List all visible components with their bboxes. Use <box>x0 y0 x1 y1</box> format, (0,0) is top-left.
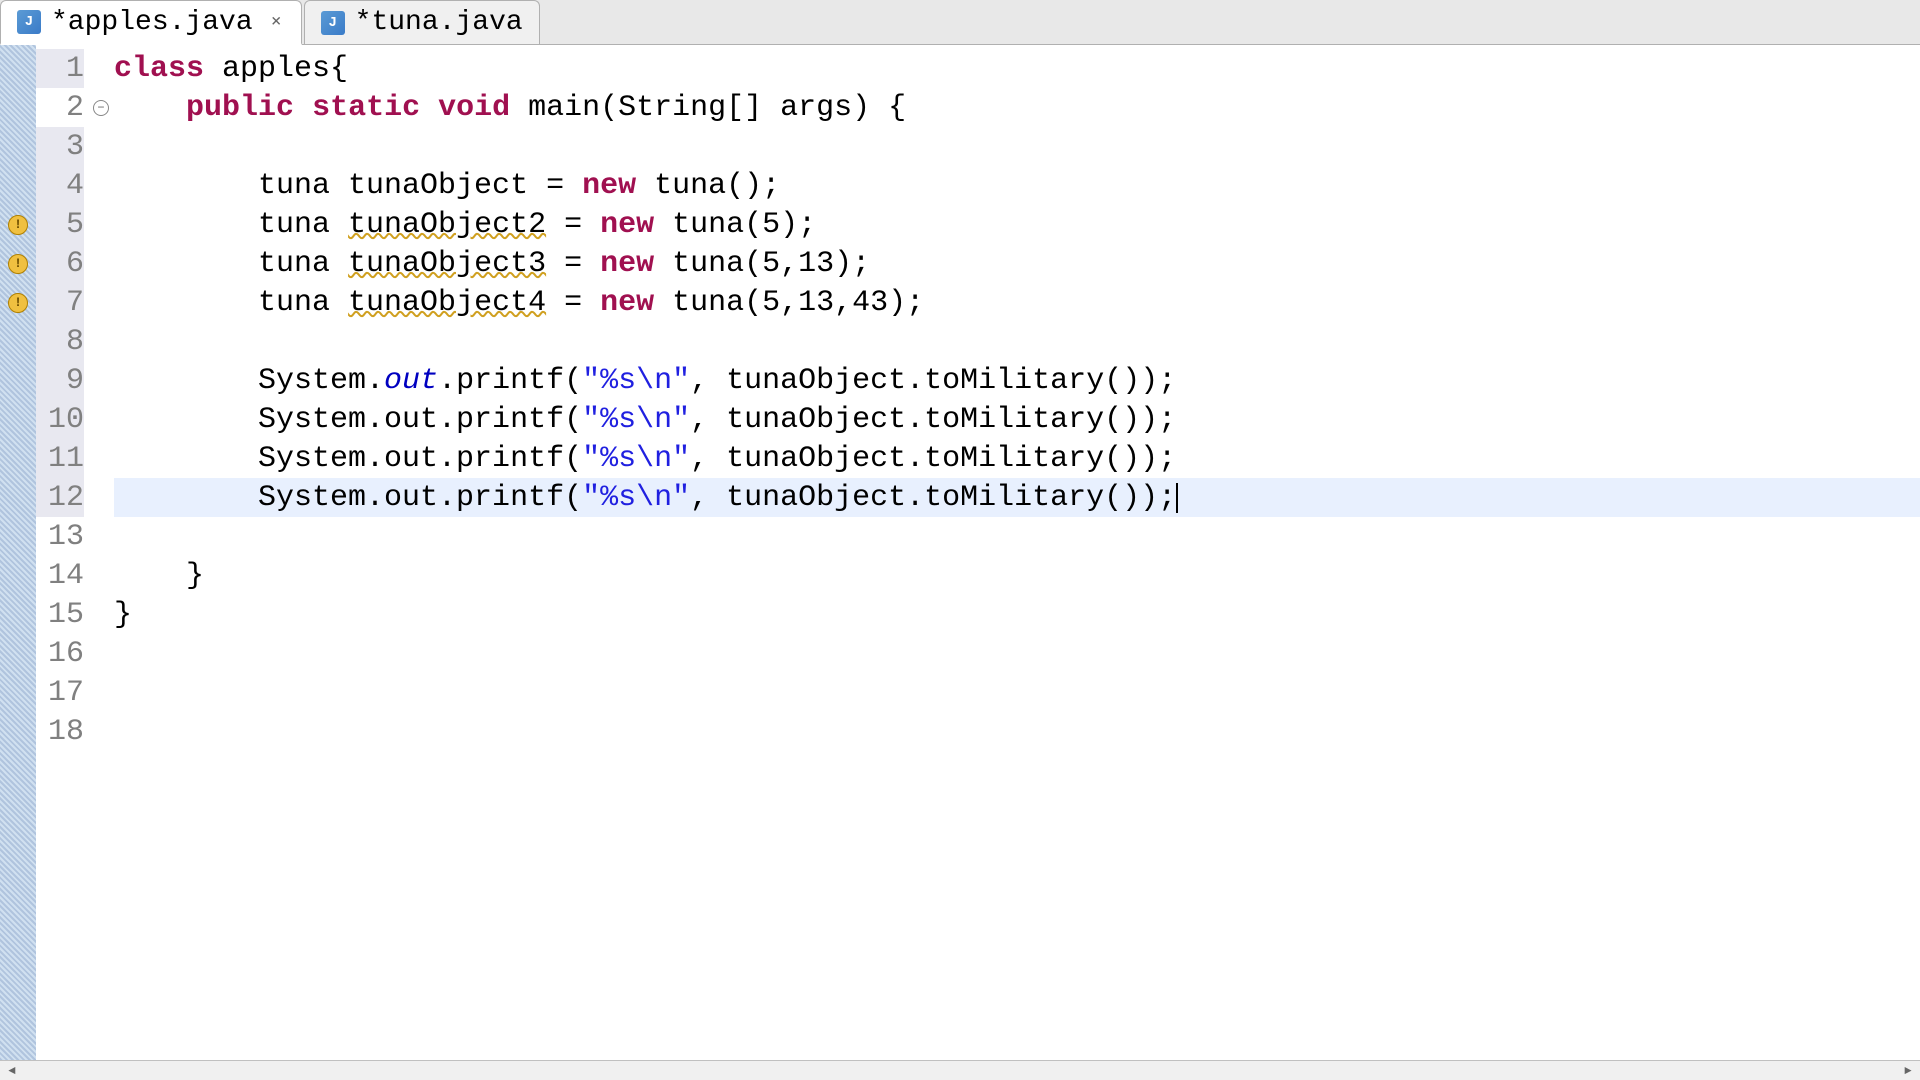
code-line[interactable]: tuna tunaObject = new tuna(); <box>114 166 1920 205</box>
marker-row <box>0 127 36 166</box>
code-line[interactable]: System.out.printf("%s\n", tunaObject.toM… <box>114 439 1920 478</box>
warning-icon[interactable]: ! <box>8 254 28 274</box>
fold-row <box>92 400 110 439</box>
marker-row <box>0 517 36 556</box>
tab-label: *apples.java <box>51 7 253 38</box>
fold-row <box>92 283 110 322</box>
code-line[interactable]: System.out.printf("%s\n", tunaObject.toM… <box>114 361 1920 400</box>
line-number: 17 <box>36 673 84 712</box>
line-number: 18 <box>36 712 84 751</box>
code-line[interactable]: tuna tunaObject2 = new tuna(5); <box>114 205 1920 244</box>
marker-row <box>0 361 36 400</box>
tab-1[interactable]: J *tuna.java <box>304 0 540 44</box>
fold-row <box>92 595 110 634</box>
marker-row <box>0 673 36 712</box>
fold-column: − <box>92 45 110 1060</box>
code-line[interactable] <box>114 127 1920 166</box>
code-line[interactable] <box>114 517 1920 556</box>
code-line[interactable] <box>114 322 1920 361</box>
line-number: 14 <box>36 556 84 595</box>
marker-row <box>0 595 36 634</box>
line-number: 4 <box>36 166 84 205</box>
fold-row <box>92 517 110 556</box>
code-line[interactable]: } <box>114 556 1920 595</box>
horizontal-scrollbar[interactable]: ◄ ► <box>0 1060 1920 1080</box>
marker-row <box>0 478 36 517</box>
code-line[interactable]: tuna tunaObject4 = new tuna(5,13,43); <box>114 283 1920 322</box>
text-cursor <box>1176 483 1178 513</box>
line-number: 8 <box>36 322 84 361</box>
code-line[interactable] <box>114 673 1920 712</box>
code-line[interactable]: class apples{ <box>114 49 1920 88</box>
marker-row: ! <box>0 205 36 244</box>
close-icon[interactable]: + <box>260 8 288 36</box>
line-number: 9 <box>36 361 84 400</box>
gutter: !!! 123456789101112131415161718 <box>0 45 92 1060</box>
line-number: 15 <box>36 595 84 634</box>
fold-row <box>92 673 110 712</box>
fold-row <box>92 205 110 244</box>
fold-row: − <box>92 88 110 127</box>
code-line[interactable]: } <box>114 595 1920 634</box>
java-file-icon: J <box>17 10 41 34</box>
code-line[interactable] <box>114 634 1920 673</box>
marker-row <box>0 322 36 361</box>
fold-row <box>92 49 110 88</box>
tab-bar: J *apples.java+ J *tuna.java <box>0 0 1920 45</box>
fold-row <box>92 244 110 283</box>
marker-row <box>0 49 36 88</box>
line-number: 10 <box>36 400 84 439</box>
line-number: 13 <box>36 517 84 556</box>
marker-row <box>0 556 36 595</box>
marker-row <box>0 634 36 673</box>
marker-row <box>0 166 36 205</box>
code-line[interactable]: System.out.printf("%s\n", tunaObject.toM… <box>114 478 1920 517</box>
fold-row <box>92 166 110 205</box>
scroll-left-icon[interactable]: ◄ <box>4 1063 20 1079</box>
line-number: 6 <box>36 244 84 283</box>
marker-row <box>0 439 36 478</box>
line-number: 1 <box>36 49 84 88</box>
line-number: 16 <box>36 634 84 673</box>
warning-icon[interactable]: ! <box>8 215 28 235</box>
line-number: 7 <box>36 283 84 322</box>
marker-row <box>0 712 36 751</box>
line-number: 3 <box>36 127 84 166</box>
line-number: 2 <box>36 88 84 127</box>
line-number: 12 <box>36 478 84 517</box>
code-line[interactable]: public static void main(String[] args) { <box>114 88 1920 127</box>
tab-label: *tuna.java <box>355 7 523 38</box>
code-line[interactable]: System.out.printf("%s\n", tunaObject.toM… <box>114 400 1920 439</box>
marker-row: ! <box>0 244 36 283</box>
warning-icon[interactable]: ! <box>8 293 28 313</box>
marker-row <box>0 400 36 439</box>
editor: !!! 123456789101112131415161718 − class … <box>0 45 1920 1060</box>
fold-row <box>92 634 110 673</box>
fold-row <box>92 439 110 478</box>
fold-row <box>92 127 110 166</box>
scroll-right-icon[interactable]: ► <box>1900 1063 1916 1079</box>
fold-row <box>92 556 110 595</box>
marker-column: !!! <box>0 45 36 1060</box>
marker-row <box>0 88 36 127</box>
line-numbers: 123456789101112131415161718 <box>36 45 92 1060</box>
fold-row <box>92 322 110 361</box>
marker-row: ! <box>0 283 36 322</box>
fold-row <box>92 712 110 751</box>
code-line[interactable]: tuna tunaObject3 = new tuna(5,13); <box>114 244 1920 283</box>
java-file-icon: J <box>321 11 345 35</box>
code-line[interactable] <box>114 712 1920 751</box>
tab-0[interactable]: J *apples.java+ <box>0 0 302 45</box>
line-number: 5 <box>36 205 84 244</box>
fold-row <box>92 361 110 400</box>
code-area[interactable]: class apples{ public static void main(St… <box>110 45 1920 1060</box>
fold-collapse-icon[interactable]: − <box>93 100 109 116</box>
line-number: 11 <box>36 439 84 478</box>
fold-row <box>92 478 110 517</box>
